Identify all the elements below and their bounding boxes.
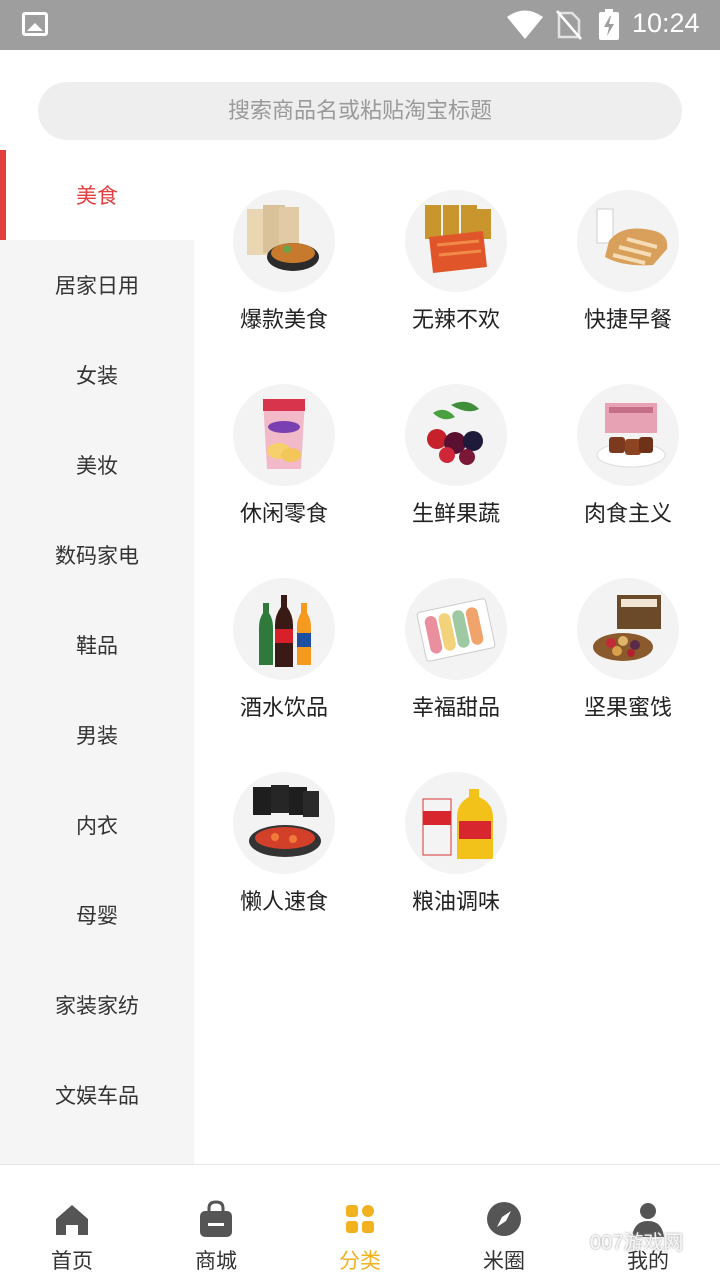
category-label: 坚果蜜饯 (583, 696, 672, 721)
nav-label: 首页 (51, 1249, 93, 1273)
shopping-bag-icon (200, 1200, 232, 1237)
nav-category[interactable]: 分类 (288, 1165, 432, 1280)
sidebar-item-beauty[interactable]: 美妆 (0, 420, 194, 510)
sidebar-item-label: 数码家电 (55, 544, 139, 568)
nav-label: 米圈 (483, 1249, 525, 1273)
category-sidebar: 美食 居家日用 女装 美妆 数码家电 鞋品 男装 内衣 母婴 家装家纺 文娱车品 (0, 150, 194, 1164)
search-input[interactable] (38, 82, 682, 140)
sidebar-item-electronics[interactable]: 数码家电 (0, 510, 194, 600)
category-label: 生鲜果蔬 (411, 502, 500, 527)
sidebar-item-food[interactable]: 美食 (0, 150, 194, 240)
rice-oil-icon (405, 772, 507, 874)
category-drinks[interactable]: 酒水饮品 (198, 578, 370, 722)
no-sim-icon (556, 10, 582, 40)
sidebar-item-label: 男装 (76, 724, 118, 748)
category-label: 休闲零食 (239, 502, 328, 527)
sidebar-item-underwear[interactable]: 内衣 (0, 780, 194, 870)
sidebar-item-entertainment-car[interactable]: 文娱车品 (0, 1050, 194, 1140)
nav-label: 分类 (339, 1249, 381, 1273)
category-label: 粮油调味 (411, 890, 500, 915)
compass-icon (487, 1202, 521, 1236)
category-grain-oil[interactable]: 粮油调味 (370, 772, 542, 916)
sidebar-item-label: 美食 (76, 184, 118, 208)
nav-label: 商城 (195, 1249, 237, 1273)
sidebar-item-label: 文娱车品 (55, 1084, 139, 1108)
watermark-text: 007游戏网 (590, 1232, 684, 1254)
gallery-notification-icon (22, 12, 48, 36)
sidebar-item-mens-wear[interactable]: 男装 (0, 690, 194, 780)
sidebar-item-womens-wear[interactable]: 女装 (0, 330, 194, 420)
spicy-strips-icon (405, 190, 507, 292)
category-label: 爆款美食 (239, 308, 328, 333)
bread-milk-icon (577, 190, 679, 292)
category-label: 无辣不欢 (411, 308, 500, 333)
nuts-gift-box-icon (577, 578, 679, 680)
macarons-icon (405, 578, 507, 680)
sidebar-item-label: 女装 (76, 364, 118, 388)
crayfish-packs-icon (233, 772, 335, 874)
sidebar-item-home-goods[interactable]: 居家日用 (0, 240, 194, 330)
category-instant-food[interactable]: 懒人速食 (198, 772, 370, 916)
nav-home[interactable]: 首页 (0, 1165, 144, 1280)
category-label: 肉食主义 (583, 502, 672, 527)
nav-mall[interactable]: 商城 (144, 1165, 288, 1280)
category-label: 酒水饮品 (239, 696, 328, 721)
sidebar-item-label: 居家日用 (55, 274, 139, 298)
sidebar-item-label: 家装家纺 (55, 994, 139, 1018)
status-bar: 10:24 (0, 0, 720, 50)
sidebar-item-home-textiles[interactable]: 家装家纺 (0, 960, 194, 1050)
category-meat[interactable]: 肉食主义 (542, 384, 714, 528)
status-time: 10:24 (632, 8, 700, 38)
braised-meat-icon (577, 384, 679, 486)
category-nuts[interactable]: 坚果蜜饯 (542, 578, 714, 722)
category-snacks[interactable]: 休闲零食 (198, 384, 370, 528)
nav-circle[interactable]: 米圈 (432, 1165, 576, 1280)
search-bar[interactable] (38, 82, 682, 140)
battery-charging-icon (599, 9, 619, 40)
berries-icon (405, 384, 507, 486)
sidebar-item-label: 鞋品 (76, 634, 118, 658)
instant-noodles-icon (233, 190, 335, 292)
soda-bottles-icon (233, 578, 335, 680)
home-icon (56, 1205, 88, 1235)
category-spicy[interactable]: 无辣不欢 (370, 190, 542, 334)
sidebar-item-shoes[interactable]: 鞋品 (0, 600, 194, 690)
category-label: 快捷早餐 (583, 308, 672, 333)
category-fresh-produce[interactable]: 生鲜果蔬 (370, 384, 542, 528)
category-label: 懒人速食 (239, 890, 328, 915)
category-hot-food[interactable]: 爆款美食 (198, 190, 370, 334)
category-breakfast[interactable]: 快捷早餐 (542, 190, 714, 334)
sidebar-item-label: 母婴 (76, 904, 118, 928)
bottom-nav: 首页 商城 分类 米圈 我的 (0, 1164, 720, 1280)
sidebar-item-label: 内衣 (76, 814, 118, 838)
potato-chips-icon (233, 384, 335, 486)
category-label: 幸福甜品 (411, 696, 500, 721)
category-desserts[interactable]: 幸福甜品 (370, 578, 542, 722)
category-grid-icon (346, 1205, 374, 1233)
wifi-icon (507, 10, 543, 39)
sidebar-item-label: 美妆 (76, 454, 118, 478)
nav-mine[interactable]: 我的 (576, 1165, 720, 1280)
sidebar-item-baby[interactable]: 母婴 (0, 870, 194, 960)
